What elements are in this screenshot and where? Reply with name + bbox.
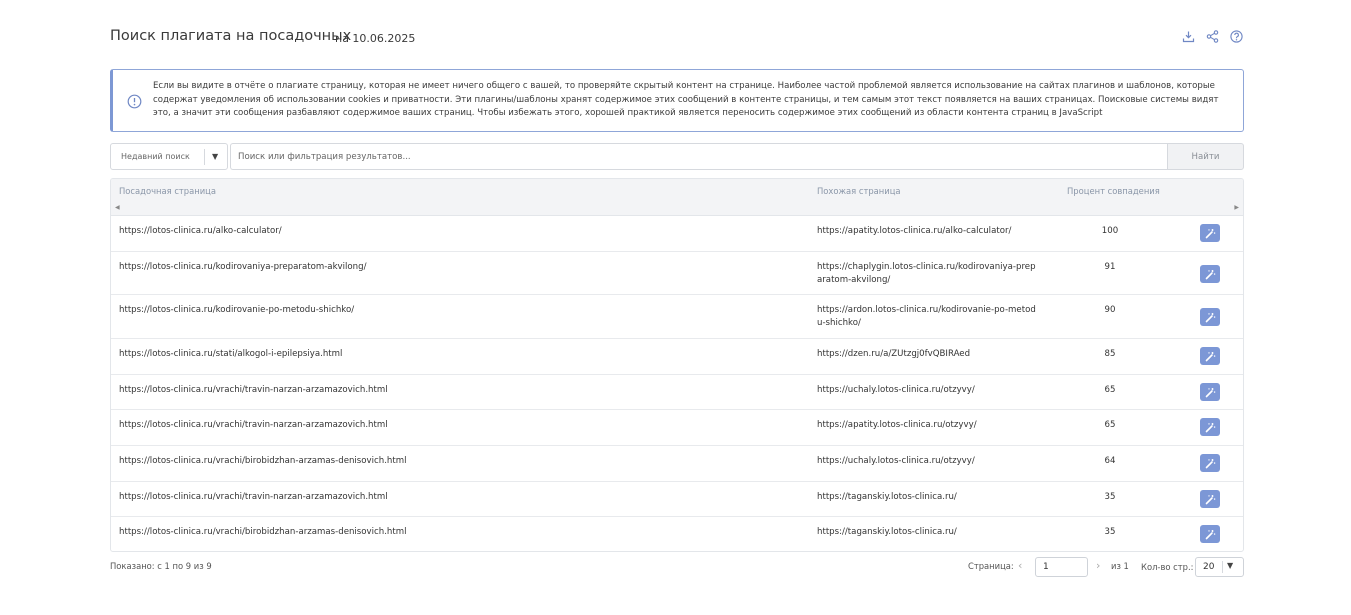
share-icon[interactable] xyxy=(1205,29,1220,44)
similar-page-url[interactable]: https://taganskiy.lotos-clinica.ru/ xyxy=(817,526,1039,539)
info-icon xyxy=(127,94,142,109)
page-size-label: Кол-во стр.: xyxy=(1141,562,1194,572)
match-percent: 64 xyxy=(1104,456,1116,466)
match-percent: 35 xyxy=(1104,527,1116,537)
match-percent: 65 xyxy=(1104,385,1116,395)
magic-wand-icon[interactable] xyxy=(1200,308,1220,326)
chevron-down-icon[interactable]: ▼ xyxy=(212,152,218,161)
landing-page-url[interactable]: https://lotos-clinica.ru/vrachi/travin-n… xyxy=(119,419,388,432)
landing-page-url[interactable]: https://lotos-clinica.ru/vrachi/birobidz… xyxy=(119,455,407,468)
search-input[interactable] xyxy=(230,143,1168,170)
page-number-input[interactable] xyxy=(1035,557,1088,577)
magic-wand-icon[interactable] xyxy=(1200,383,1220,401)
page-title: Поиск плагиата на посадочных xyxy=(110,28,352,44)
search-bar: Недавний поиск ▼ Найти xyxy=(110,143,1244,170)
table-row: https://lotos-clinica.ru/vrachi/travin-n… xyxy=(111,375,1243,410)
similar-page-url[interactable]: https://apatity.lotos-clinica.ru/otzyvy/ xyxy=(817,419,1039,432)
magic-wand-icon[interactable] xyxy=(1200,525,1220,543)
match-percent: 35 xyxy=(1104,492,1116,502)
download-icon[interactable] xyxy=(1181,29,1196,44)
similar-page-url[interactable]: https://uchaly.lotos-clinica.ru/otzyvy/ xyxy=(817,455,1039,468)
report-date: на 10.06.2025 xyxy=(335,32,416,45)
recent-search-label: Недавний поиск xyxy=(121,152,190,161)
table-row: https://lotos-clinica.ru/alko-calculator… xyxy=(111,216,1243,252)
recent-search-dropdown[interactable]: Недавний поиск ▼ xyxy=(110,143,228,170)
table-row: https://lotos-clinica.ru/kodirovaniya-pr… xyxy=(111,252,1243,295)
next-page-icon[interactable]: › xyxy=(1096,559,1100,572)
match-percent: 65 xyxy=(1104,420,1116,430)
page-label: Страница: xyxy=(968,561,1014,571)
divider xyxy=(204,149,205,165)
page-header: Поиск плагиата на посадочных на 10.06.20… xyxy=(110,26,1244,50)
results-table: Посадочная страница Похожая страница Про… xyxy=(110,178,1244,552)
magic-wand-icon[interactable] xyxy=(1200,490,1220,508)
column-header-similar[interactable]: Похожая страница xyxy=(817,186,901,196)
similar-page-url[interactable]: https://chaplygin.lotos-clinica.ru/kodir… xyxy=(817,261,1039,287)
magic-wand-icon[interactable] xyxy=(1200,454,1220,472)
table-header: Посадочная страница Похожая страница Про… xyxy=(111,179,1243,216)
search-button[interactable]: Найти xyxy=(1167,143,1244,170)
help-icon[interactable] xyxy=(1229,29,1244,44)
table-row: https://lotos-clinica.ru/kodirovanie-po-… xyxy=(111,295,1243,339)
landing-page-url[interactable]: https://lotos-clinica.ru/kodirovanie-po-… xyxy=(119,304,354,317)
match-percent: 85 xyxy=(1104,349,1116,359)
landing-page-url[interactable]: https://lotos-clinica.ru/vrachi/travin-n… xyxy=(119,384,388,397)
landing-page-url[interactable]: https://lotos-clinica.ru/stati/alkogol-i… xyxy=(119,348,342,361)
landing-page-url[interactable]: https://lotos-clinica.ru/vrachi/travin-n… xyxy=(119,491,388,504)
landing-page-url[interactable]: https://lotos-clinica.ru/kodirovaniya-pr… xyxy=(119,261,366,274)
column-header-landing[interactable]: Посадочная страница xyxy=(119,186,216,196)
header-actions xyxy=(1181,29,1244,44)
magic-wand-icon[interactable] xyxy=(1200,224,1220,242)
similar-page-url[interactable]: https://uchaly.lotos-clinica.ru/otzyvy/ xyxy=(817,384,1039,397)
table-row: https://lotos-clinica.ru/vrachi/travin-n… xyxy=(111,410,1243,446)
table-row: https://lotos-clinica.ru/vrachi/birobidz… xyxy=(111,517,1243,551)
page-size-value: 20 xyxy=(1203,562,1215,572)
scroll-right-icon[interactable]: ▶ xyxy=(1234,204,1239,211)
notice-text: Если вы видите в отчёте о плагиате стран… xyxy=(153,81,1219,118)
divider xyxy=(1222,561,1223,573)
results-count: Показано: с 1 по 9 из 9 xyxy=(110,561,212,571)
table-row: https://lotos-clinica.ru/vrachi/travin-n… xyxy=(111,482,1243,517)
landing-page-url[interactable]: https://lotos-clinica.ru/vrachi/birobidz… xyxy=(119,526,407,539)
chevron-down-icon[interactable]: ▼ xyxy=(1227,561,1233,570)
table-row: https://lotos-clinica.ru/vrachi/birobidz… xyxy=(111,446,1243,482)
magic-wand-icon[interactable] xyxy=(1200,265,1220,283)
similar-page-url[interactable]: https://apatity.lotos-clinica.ru/alko-ca… xyxy=(817,225,1039,238)
scroll-left-icon[interactable]: ◀ xyxy=(115,204,120,211)
similar-page-url[interactable]: https://dzen.ru/a/ZUtzgj0fvQBIRAed xyxy=(817,348,1039,361)
page-size-select[interactable]: 20 ▼ xyxy=(1195,557,1244,577)
prev-page-icon[interactable]: ‹ xyxy=(1018,559,1022,572)
magic-wand-icon[interactable] xyxy=(1200,347,1220,365)
match-percent: 100 xyxy=(1101,226,1119,236)
similar-page-url[interactable]: https://taganskiy.lotos-clinica.ru/ xyxy=(817,491,1039,504)
similar-page-url[interactable]: https://ardon.lotos-clinica.ru/kodirovan… xyxy=(817,304,1039,330)
magic-wand-icon[interactable] xyxy=(1200,418,1220,436)
table-row: https://lotos-clinica.ru/stati/alkogol-i… xyxy=(111,339,1243,375)
plagiarism-notice: Если вы видите в отчёте о плагиате стран… xyxy=(110,69,1244,132)
match-percent: 90 xyxy=(1104,305,1116,315)
match-percent: 91 xyxy=(1104,262,1116,272)
column-header-percent[interactable]: Процент совпадения xyxy=(1067,186,1160,196)
page-total: из 1 xyxy=(1111,561,1129,571)
landing-page-url[interactable]: https://lotos-clinica.ru/alko-calculator… xyxy=(119,225,282,238)
